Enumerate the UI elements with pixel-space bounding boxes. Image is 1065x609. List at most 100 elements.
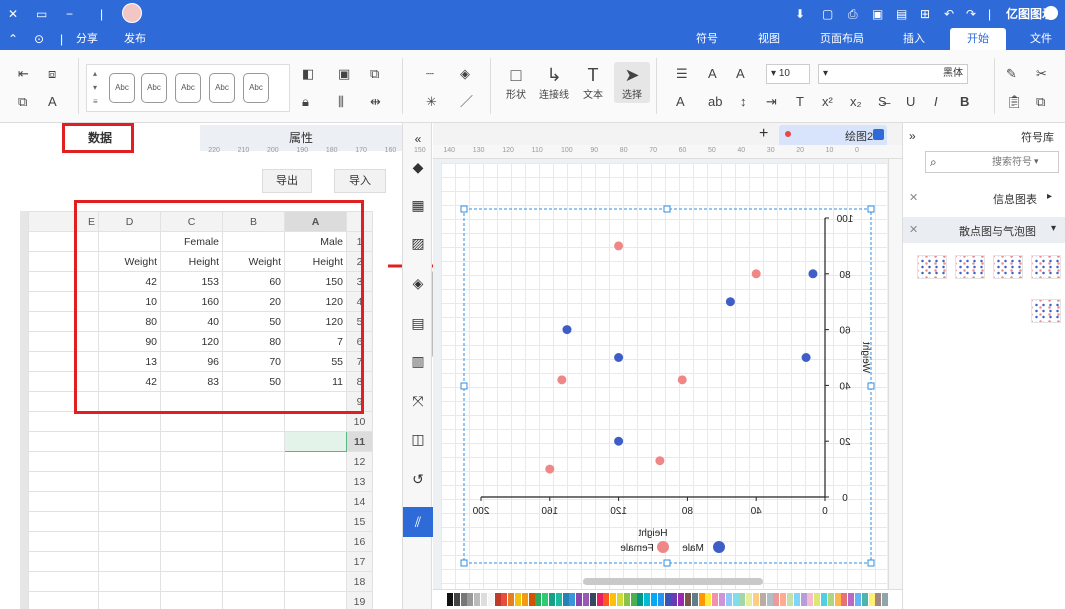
color-swatch[interactable] [487, 593, 494, 606]
color-swatch[interactable] [447, 593, 453, 606]
font-family-select[interactable]: ▾ 黑体 [818, 64, 968, 84]
color-swatch[interactable] [515, 593, 521, 606]
data-cell[interactable] [284, 411, 347, 432]
close-category-icon[interactable]: ✕ [909, 223, 918, 236]
color-swatch[interactable] [508, 593, 515, 606]
color-swatch[interactable] [521, 593, 528, 606]
tab-home[interactable]: 开始 [950, 28, 1006, 50]
color-swatch[interactable] [732, 593, 739, 606]
scatter-template-thumb[interactable] [1031, 299, 1061, 323]
scatter-template-thumb[interactable] [917, 255, 947, 279]
data-cell[interactable] [160, 511, 223, 532]
position-icon[interactable]: ⧈ [48, 66, 56, 82]
data-cell[interactable] [28, 531, 99, 552]
effects-icon[interactable]: ✳ [426, 94, 437, 110]
color-swatch[interactable] [474, 593, 481, 606]
style-sample[interactable]: Abc [243, 73, 269, 103]
color-swatch[interactable] [787, 593, 793, 606]
data-cell[interactable] [284, 591, 347, 609]
data-cell[interactable] [98, 591, 161, 609]
data-cell[interactable] [284, 551, 347, 572]
data-cell[interactable] [284, 471, 347, 492]
data-cell[interactable] [98, 471, 161, 492]
color-swatch[interactable] [875, 593, 882, 606]
horizontal-scrollbar[interactable] [583, 578, 763, 585]
data-cell[interactable] [98, 511, 161, 532]
data-cell[interactable] [222, 551, 285, 572]
import-button[interactable]: 导入 [334, 169, 386, 193]
row-number[interactable]: 14 [346, 491, 373, 512]
bullets-icon[interactable]: ☰ [676, 66, 688, 82]
paste-icon[interactable]: 📋︎ [1006, 94, 1023, 110]
row-number[interactable]: 18 [346, 571, 373, 592]
drawing-page[interactable]: 0 40 80 120 160 200 0 20 40 60 80 100 Height Weight Ma… [441, 163, 887, 589]
connect-icon[interactable]: ⤧ [408, 391, 428, 411]
superscript-icon[interactable]: x² [822, 94, 833, 110]
data-cell[interactable] [284, 531, 347, 552]
color-swatch[interactable] [766, 593, 773, 606]
maximize-icon[interactable]: ▭ [36, 6, 47, 22]
color-swatch[interactable] [773, 593, 780, 606]
data-cell[interactable] [160, 451, 223, 472]
shape-button[interactable]: □ 形状 [498, 64, 534, 101]
new-icon[interactable]: ⊞ [920, 6, 930, 22]
data-cell[interactable] [160, 551, 223, 572]
text-color-icon[interactable]: A [676, 94, 685, 110]
grid-icon[interactable]: ▦ [408, 195, 428, 215]
collapse-ribbon-icon[interactable]: ⌃ [8, 31, 18, 47]
close-window-icon[interactable]: ✕ [8, 6, 18, 22]
data-cell[interactable] [222, 531, 285, 552]
row-number[interactable]: 10 [346, 411, 373, 432]
underline-icon[interactable]: U [906, 94, 915, 110]
highlight-icon[interactable]: ab [708, 94, 722, 110]
category-info-chart[interactable]: 信息图表 [993, 191, 1037, 207]
color-swatch[interactable] [603, 593, 610, 606]
color-swatch[interactable] [542, 593, 549, 606]
color-swatch[interactable] [562, 593, 569, 606]
image-icon[interactable]: ▨ [408, 233, 428, 253]
data-cell[interactable] [28, 431, 99, 452]
data-cell[interactable] [98, 451, 161, 472]
data-cell[interactable] [160, 471, 223, 492]
left-scrollbar[interactable] [20, 211, 28, 609]
tab-view[interactable]: 视图 [748, 28, 790, 50]
collapse-left-icon[interactable]: « [408, 129, 428, 149]
color-swatch[interactable] [678, 593, 685, 606]
search-input[interactable] [948, 154, 1032, 170]
font-color-icon[interactable]: A [48, 94, 57, 110]
layers-icon[interactable]: ◈ [408, 273, 428, 293]
data-cell[interactable] [284, 431, 347, 452]
color-swatch[interactable] [453, 593, 460, 606]
scatter-template-thumb[interactable] [993, 255, 1023, 279]
color-swatch[interactable] [501, 593, 508, 606]
data-cell[interactable] [160, 571, 223, 592]
data-cell[interactable] [98, 491, 161, 512]
color-swatch[interactable] [821, 593, 827, 606]
group-icon[interactable]: ⧉ [18, 94, 27, 110]
row-number[interactable]: 15 [346, 511, 373, 532]
table-icon[interactable]: ▥ [408, 351, 428, 371]
data-cell[interactable] [222, 491, 285, 512]
history-icon[interactable]: ↺ [408, 469, 428, 489]
color-swatch[interactable] [753, 593, 759, 606]
data-cell[interactable] [28, 411, 99, 432]
notification-icon[interactable]: ⬇ [795, 6, 805, 22]
color-swatch[interactable] [882, 593, 889, 606]
export-button[interactable]: 导出 [262, 169, 312, 193]
color-swatch[interactable] [671, 593, 678, 606]
color-swatch[interactable] [576, 593, 583, 606]
style-sample[interactable]: Abc [141, 73, 167, 103]
data-cell[interactable] [98, 411, 161, 432]
format-painter-icon[interactable]: ✎ [1006, 66, 1017, 82]
color-swatch[interactable] [481, 593, 487, 606]
color-swatch[interactable] [759, 593, 766, 606]
share-button[interactable]: 分享 [76, 31, 98, 47]
row-number[interactable]: 17 [346, 551, 373, 572]
collapse-right-icon[interactable]: » [909, 129, 916, 143]
copy-icon[interactable]: ⧉ [1036, 94, 1045, 110]
style-sample[interactable]: Abc [175, 73, 201, 103]
gallery-up-icon[interactable]: ▴ [93, 69, 97, 78]
color-swatch[interactable] [780, 593, 787, 606]
color-swatch[interactable] [855, 593, 861, 606]
data-cell[interactable] [28, 491, 99, 512]
